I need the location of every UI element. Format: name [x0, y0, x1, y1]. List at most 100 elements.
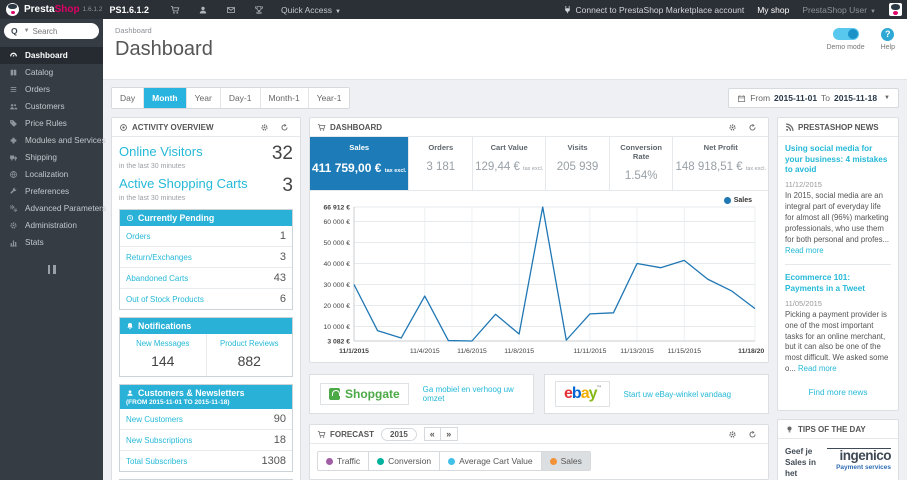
forecast-tab-conversion[interactable]: Conversion: [369, 452, 441, 470]
new-customers-row[interactable]: New Customers 90: [120, 409, 292, 429]
demo-mode-toggle[interactable]: [832, 28, 859, 40]
shopgate-module[interactable]: Shopgate Ga mobiel en verhoog uw omzet: [309, 374, 534, 414]
range-button-day-1[interactable]: Day-1: [220, 88, 261, 108]
search-icon[interactable]: Q: [11, 26, 18, 36]
tag-icon: [9, 119, 18, 128]
cart-icon[interactable]: [170, 5, 180, 15]
svg-text:10 000 €: 10 000 €: [324, 324, 351, 331]
refresh-icon[interactable]: [748, 123, 757, 132]
kpi-cart-value[interactable]: Cart Value 129,44 € tax excl.: [473, 137, 547, 190]
pending-row-returns[interactable]: Return/Exchanges 3: [120, 246, 292, 267]
svg-text:50 000 €: 50 000 €: [324, 240, 351, 247]
date-from: 2015-11-01: [774, 93, 818, 103]
activity-overview-panel: ACTIVITY OVERVIEW Online Visitors 32 in …: [111, 117, 301, 480]
new-subscriptions-row[interactable]: New Subscriptions 18: [120, 429, 292, 450]
forecast-prev-button[interactable]: «: [423, 427, 441, 441]
avatar[interactable]: [889, 3, 902, 16]
customers-icon[interactable]: [198, 5, 208, 15]
range-button-day[interactable]: Day: [112, 88, 145, 108]
read-more-link[interactable]: Read more: [785, 246, 824, 255]
sidebar-item-modules[interactable]: Modules and Services: [0, 132, 106, 149]
marketplace-connect-link[interactable]: Connect to PrestaShop Marketplace accoun…: [563, 5, 744, 15]
range-button-year-1[interactable]: Year-1: [308, 88, 350, 108]
range-button-month-1[interactable]: Month-1: [260, 88, 309, 108]
new-messages-cell[interactable]: New Messages 144: [120, 334, 206, 376]
chevron-down-icon[interactable]: ▼: [24, 28, 30, 34]
conversion-dot-icon: [377, 457, 385, 465]
sidebar-item-stats[interactable]: Stats: [0, 234, 103, 251]
sidebar-search: Q ▼: [4, 23, 99, 39]
sales-chart: Sales 11/1/2015 11/4/2015 11/6/2015 11/8/20…: [310, 191, 772, 362]
news-item-title[interactable]: Using social media for your business: 4 …: [785, 144, 891, 176]
news-item-date: 11/12/2015: [785, 179, 822, 189]
chevron-down-icon: ▼: [884, 95, 890, 101]
sidebar-item-dashboard[interactable]: Dashboard: [0, 47, 103, 64]
panel-title: ACTIVITY OVERVIEW: [132, 122, 214, 132]
sidebar-item-localization[interactable]: Localization: [0, 166, 103, 183]
chart-legend[interactable]: Sales: [723, 197, 752, 204]
shopgate-link[interactable]: Ga mobiel en verhoog uw omzet: [423, 385, 523, 403]
trophy-icon[interactable]: [254, 5, 264, 15]
gear-icon[interactable]: [260, 123, 269, 132]
ingenico-logo: ingenico Payment services: [827, 448, 891, 471]
panel-title: FORECAST: [330, 429, 374, 439]
quick-access-menu[interactable]: Quick Access ▼: [281, 5, 341, 15]
date-filter-bar: Day Month Year Day-1 Month-1 Year-1 From…: [111, 87, 899, 109]
pending-row-out-of-stock[interactable]: Out of Stock Products 6: [120, 288, 292, 309]
my-shop-link[interactable]: My shop: [757, 5, 789, 15]
gear-icon[interactable]: [728, 430, 737, 439]
sidebar-item-catalog[interactable]: Catalog: [0, 64, 103, 81]
find-more-news-link[interactable]: Find more news: [785, 375, 891, 403]
range-button-year[interactable]: Year: [186, 88, 221, 108]
date-range-picker[interactable]: From 2015-11-01 To 2015-11-18 ▼: [728, 88, 899, 108]
refresh-icon[interactable]: [280, 123, 289, 132]
gear-icon[interactable]: [728, 123, 737, 132]
news-item-title[interactable]: Ecommerce 101: Payments in a Tweet: [785, 273, 891, 294]
active-carts-metric[interactable]: Active Shopping Carts 3: [119, 176, 293, 195]
product-reviews-cell[interactable]: Product Reviews 882: [205, 334, 293, 376]
pending-row-orders[interactable]: Orders 1: [120, 226, 292, 246]
online-visitors-value: 32: [271, 143, 293, 164]
kpi-net-profit[interactable]: Net Profit 148 918,51 € tax excl.: [673, 137, 768, 190]
svg-text:11/1/2015: 11/1/2015: [339, 348, 369, 355]
sidebar-item-customers[interactable]: Customers: [0, 98, 103, 115]
range-button-month[interactable]: Month: [144, 88, 187, 108]
help-icon[interactable]: ?: [881, 28, 895, 41]
ebay-module[interactable]: ebay™ Start uw eBay-winkel vandaag: [544, 374, 769, 414]
total-subscribers-row[interactable]: Total Subscribers 1308: [120, 450, 292, 471]
sidebar-collapse-icon[interactable]: [0, 265, 103, 276]
search-input[interactable]: [32, 26, 85, 36]
shopping-bag-icon: [329, 388, 340, 400]
sidebar-menu: Dashboard Catalog Orders Customers Price…: [0, 47, 106, 251]
sidebar-item-advanced-parameters[interactable]: Advanced Parameters: [0, 200, 106, 217]
gauge-icon: [9, 51, 18, 60]
ebay-link[interactable]: Start uw eBay-winkel vandaag: [624, 390, 732, 399]
read-more-link[interactable]: Read more: [798, 364, 837, 373]
messages-icon[interactable]: [226, 5, 236, 15]
kpi-conversion-rate[interactable]: Conversion Rate 1.54%: [610, 137, 674, 190]
sidebar-item-shipping[interactable]: Shipping: [0, 149, 103, 166]
breadcrumb[interactable]: Dashboard: [115, 26, 895, 35]
refresh-icon[interactable]: [748, 430, 757, 439]
help-control: ? Help: [881, 28, 895, 51]
kpi-sales[interactable]: Sales 411 759,00 € tax excl.: [310, 137, 410, 190]
prestashop-logo-icon[interactable]: [6, 3, 19, 16]
forecast-next-button[interactable]: »: [440, 427, 458, 441]
kpi-orders[interactable]: Orders 3 181: [409, 137, 474, 190]
top-bar: PrestaShop 1.6.1.2 PS1.6.1.2 Quick Acces…: [0, 0, 907, 19]
forecast-tab-traffic[interactable]: Traffic: [318, 452, 370, 470]
user-menu[interactable]: PrestaShop User ▼: [802, 5, 876, 15]
sidebar-item-preferences[interactable]: Preferences: [0, 183, 103, 200]
forecast-tab-average-cart-value[interactable]: Average Cart Value: [440, 452, 542, 470]
sidebar: Q▼ Dashboard Catalog Orders Customers Pr…: [0, 19, 106, 480]
forecast-tab-sales[interactable]: Sales: [541, 452, 590, 470]
sidebar-item-administration[interactable]: Administration: [0, 217, 103, 234]
shop-name[interactable]: PS1.6.1.2: [109, 5, 149, 15]
pending-row-abandoned-carts[interactable]: Abandoned Carts 43: [120, 267, 292, 288]
prestashop-news-panel: PRESTASHOP NEWS Using social media for y…: [777, 117, 899, 412]
sidebar-item-orders[interactable]: Orders: [0, 81, 103, 98]
online-visitors-metric[interactable]: Online Visitors 32: [119, 144, 293, 163]
sidebar-item-price-rules[interactable]: Price Rules: [0, 115, 103, 132]
active-carts-sub: in the last 30 minutes: [119, 195, 186, 202]
kpi-visits[interactable]: Visits 205 939: [546, 137, 610, 190]
